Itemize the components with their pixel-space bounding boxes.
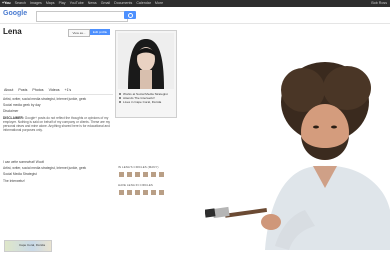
search-header: Google: [0, 7, 390, 24]
top-navigation-bar: +You Search Images Maps Play YouTube News Gmail…: [0, 0, 390, 7]
tab-posts[interactable]: Posts: [18, 88, 27, 92]
top-nav-link[interactable]: News: [88, 0, 97, 7]
avatar[interactable]: [158, 171, 165, 178]
top-nav-link[interactable]: More: [155, 0, 163, 7]
school-icon: [119, 97, 121, 99]
detail-line: Artist, writer, social media strategist,…: [3, 166, 87, 171]
avatar[interactable]: [134, 189, 141, 196]
profile-name: Lena: [3, 27, 22, 36]
top-nav-link[interactable]: Play: [59, 0, 66, 7]
top-nav-link[interactable]: Gmail: [101, 0, 110, 7]
avatar[interactable]: [150, 189, 157, 196]
map-caption: Cape Coral, Florida: [19, 243, 46, 247]
edit-profile-button[interactable]: Edit profile: [90, 29, 110, 35]
intro-line: Social media geek by day: [3, 103, 41, 108]
avatar[interactable]: [118, 171, 125, 178]
avatar[interactable]: [158, 189, 165, 196]
avatar[interactable]: [126, 171, 133, 178]
about-section: Artist, writer, social media strategist,…: [3, 97, 113, 185]
tabs-divider: [3, 94, 113, 95]
user-name[interactable]: Bob Ross: [371, 0, 387, 7]
have-in-circles-heading: HAVE LENA IN CIRCLES: [118, 183, 153, 187]
detail-line: The Interwebz!: [3, 178, 25, 183]
tab-photos[interactable]: Photos: [32, 88, 43, 92]
profile-info: Works at Social Media Strategist Attends…: [119, 92, 174, 104]
top-nav-link[interactable]: Maps: [46, 0, 55, 7]
lives-in-row: Lives in Cape Coral, Florida: [119, 100, 174, 104]
top-nav-link[interactable]: Calendar: [136, 0, 151, 7]
circle-avatars: [118, 189, 178, 196]
painter-illustration: [204, 62, 390, 250]
detail-line: Social Media Strategist: [3, 172, 37, 177]
avatar[interactable]: [126, 189, 133, 196]
tab-plus-ones[interactable]: +1's: [65, 88, 72, 92]
search-button[interactable]: [124, 11, 136, 19]
tab-about[interactable]: About: [4, 88, 13, 92]
top-nav-link[interactable]: Search: [15, 0, 26, 7]
circles-section: IN LENA'S CIRCLES (MANY) HAVE LENA IN CI…: [118, 165, 178, 196]
avatar[interactable]: [118, 189, 125, 196]
intro-line: Artist, writer, social media strategist,…: [3, 97, 87, 101]
location-map[interactable]: Cape Coral, Florida: [4, 240, 52, 252]
search-input[interactable]: [36, 11, 128, 22]
top-nav-link[interactable]: Images: [30, 0, 42, 7]
avatar[interactable]: [134, 171, 141, 178]
briefcase-icon: [119, 93, 121, 95]
portrait-image: [118, 33, 174, 89]
overlay-painter-figure: [204, 40, 390, 250]
view-as-button[interactable]: View as...: [68, 29, 90, 37]
disclaimer-paragraph: DISCLAIMER: Google+ posts do not reflect…: [3, 116, 113, 132]
top-nav-link[interactable]: +You: [2, 0, 11, 7]
top-nav-link[interactable]: Documents: [114, 0, 132, 7]
tab-videos[interactable]: Videos: [49, 88, 60, 92]
top-nav-links: +You Search Images Maps Play YouTube News Gmail…: [2, 0, 163, 7]
profile-main-column: Lena View as... Edit profile About Posts…: [0, 24, 115, 252]
intro-line: Disclaimer: [3, 109, 19, 114]
avatar[interactable]: [142, 189, 149, 196]
location-icon: [119, 101, 121, 103]
avatar[interactable]: [150, 171, 157, 178]
profile-photo[interactable]: [118, 33, 174, 89]
circle-avatars: [118, 171, 178, 178]
detail-line: I can write somewhat! Woot!: [3, 159, 45, 164]
profile-tabs: About Posts Photos Videos +1's: [4, 88, 71, 92]
in-circles-heading: IN LENA'S CIRCLES (MANY): [118, 165, 159, 169]
profile-photo-card: Works at Social Media Strategist Attends…: [115, 30, 177, 118]
avatar[interactable]: [142, 171, 149, 178]
top-nav-link[interactable]: YouTube: [70, 0, 84, 7]
google-logo[interactable]: Google: [3, 10, 27, 17]
